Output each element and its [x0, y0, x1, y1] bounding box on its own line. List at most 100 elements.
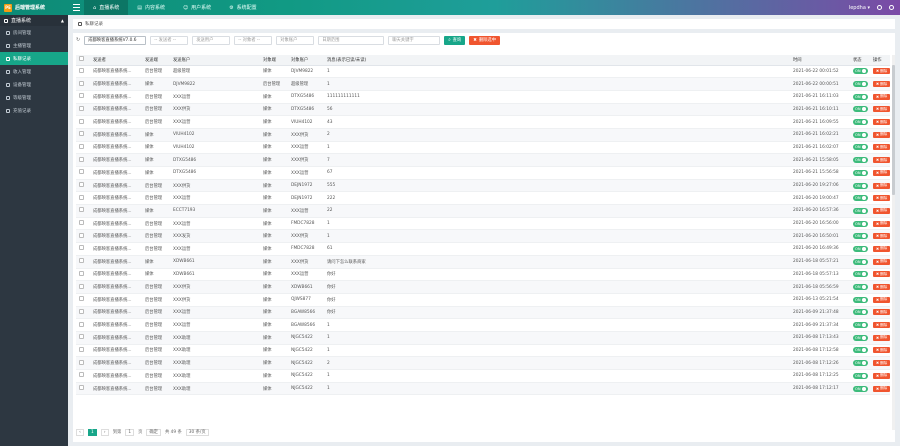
column-header-1[interactable]: 发送者 — [90, 55, 142, 66]
row-checkbox[interactable] — [79, 321, 84, 327]
delete-row-button[interactable]: ✖ 删除 — [873, 385, 890, 392]
table-row[interactable]: 成都映客直播系统... 媒体 DJVM9822 后台管理 超级管理 1 2021-06-22… — [76, 77, 890, 91]
user-menu[interactable]: lepdha ▾ — [849, 5, 870, 11]
table-row[interactable]: 成都映客直播系统... 后台管理 XXX运营 媒体 FMDC7828 1 2021-06-2… — [76, 217, 890, 231]
column-header-8[interactable] — [452, 55, 790, 66]
top-nav-item-2[interactable]: ☺ 用户系统 — [174, 0, 220, 15]
row-checkbox[interactable] — [79, 169, 84, 175]
table-scrollbar[interactable] — [892, 55, 895, 430]
prev-page-button[interactable]: ‹ — [76, 428, 84, 436]
column-header-0[interactable] — [76, 55, 90, 66]
table-row[interactable]: 成都映客直播系统... 后台管理 XXX运营 媒体 BGAW8566 1 2021-06-0… — [76, 318, 890, 332]
sidebar-item-2[interactable]: 私聊记录 — [0, 52, 68, 65]
delete-row-button[interactable]: ✖ 删除 — [873, 119, 890, 126]
date-range-input[interactable]: 日期范围 — [318, 35, 385, 45]
status-toggle[interactable]: ON — [853, 284, 868, 291]
row-checkbox[interactable] — [79, 346, 84, 352]
delete-row-button[interactable]: ✖ 删除 — [873, 195, 890, 202]
status-toggle[interactable]: ON — [853, 309, 868, 316]
delete-row-button[interactable]: ✖ 删除 — [873, 258, 890, 265]
row-checkbox[interactable] — [79, 80, 84, 86]
delete-row-button[interactable]: ✖ 删除 — [873, 144, 890, 151]
status-toggle[interactable]: ON — [853, 157, 868, 164]
column-header-5[interactable]: 对象端 — [260, 55, 288, 66]
sidebar-item-5[interactable]: 等级管理 — [0, 91, 68, 104]
scroll-thumb[interactable] — [892, 65, 895, 195]
table-row[interactable]: 成都映客直播系统... 后台管理 XXX供货 媒体 XDWB661 你好 2021-06-1… — [76, 280, 890, 294]
table-row[interactable]: 成都映客直播系统... 后台管理 XXX供货 媒体 DEJN1972 555 2021-06… — [76, 179, 890, 193]
column-header-3[interactable]: 发送账户 — [170, 55, 226, 66]
table-row[interactable]: 成都映客直播系统... 媒体 ECCT7193 媒体 XXX运营 22 2021-06-20… — [76, 204, 890, 218]
page-number-input[interactable]: 1 — [125, 428, 135, 436]
delete-row-button[interactable]: ✖ 删除 — [873, 220, 890, 227]
status-toggle[interactable]: ON — [853, 322, 868, 329]
top-nav-item-3[interactable]: ⚙ 系统配置 — [220, 0, 266, 15]
status-toggle[interactable]: ON — [853, 144, 868, 151]
delete-row-button[interactable]: ✖ 删除 — [873, 372, 890, 379]
column-header-4[interactable] — [226, 55, 260, 66]
table-row[interactable]: 成都映客直播系统... 后台管理 XXX供货 媒体 DTXG5486 56 2021-06-… — [76, 103, 890, 117]
table-row[interactable]: 成都映客直播系统... 媒体 XDWB661 媒体 XXX运营 你好 2021-06-18 … — [76, 268, 890, 282]
status-toggle[interactable]: ON — [853, 258, 868, 265]
row-checkbox[interactable] — [79, 118, 84, 124]
status-toggle[interactable]: ON — [853, 106, 868, 113]
table-row[interactable]: 成都映客直播系统... 后台管理 XXX运营 媒体 DTXG5486 1111111111… — [76, 90, 890, 104]
column-header-7[interactable]: 消息(表示已读/未读) — [324, 55, 452, 66]
status-toggle[interactable]: ON — [853, 68, 868, 75]
table-row[interactable]: 成都映客直播系统... 媒体 VIUH4102 媒体 XXX运营 1 2021-06-21 … — [76, 141, 890, 155]
delete-row-button[interactable]: ✖ 删除 — [873, 296, 890, 303]
sidebar-item-4[interactable]: 设备管理 — [0, 78, 68, 91]
table-row[interactable]: 成都映客直播系统... 后台管理 XXX助理 媒体 NJGC5422 1 2021-06-0… — [76, 344, 890, 358]
status-toggle[interactable]: ON — [853, 169, 868, 176]
confirm-button[interactable]: 确定 — [146, 428, 161, 436]
table-row[interactable]: 成都映客直播系统... 媒体 DTXG5486 媒体 XXX供货 7 2021-06-21 … — [76, 153, 890, 167]
row-checkbox[interactable] — [79, 156, 84, 162]
table-row[interactable]: 成都映客直播系统... 后台管理 XXX运营 媒体 DEJN1972 222 2021-06… — [76, 191, 890, 206]
delete-row-button[interactable]: ✖ 删除 — [873, 106, 890, 113]
table-row[interactable]: 成都映客直播系统... 媒体 VIUH4102 媒体 XXX供货 2 2021-06-21 … — [76, 128, 890, 142]
delete-row-button[interactable]: ✖ 删除 — [873, 182, 890, 189]
refresh-icon[interactable] — [877, 5, 882, 10]
search-button[interactable]: ⌕ 查询 — [444, 35, 466, 45]
status-toggle[interactable]: ON — [853, 245, 868, 252]
delete-row-button[interactable]: ✖ 删除 — [873, 322, 890, 329]
table-row[interactable]: 成都映客直播系统... 后台管理 XXX发货 媒体 XXX供货 1 2021-06-20 1… — [76, 229, 890, 244]
delete-row-button[interactable]: ✖ 删除 — [873, 233, 890, 240]
page-size-select[interactable]: 30 条/页 — [185, 428, 209, 436]
target-account-input[interactable]: 对象账户 — [276, 35, 315, 45]
delete-row-button[interactable]: ✖ 删除 — [873, 334, 890, 341]
app-logo[interactable]: PE 后端管理系统 — [0, 0, 68, 15]
delete-row-button[interactable]: ✖ 删除 — [873, 68, 890, 75]
status-toggle[interactable]: ON — [853, 296, 868, 303]
delete-row-button[interactable]: ✖ 删除 — [873, 169, 890, 176]
keyword-input[interactable]: 聊天关键字 — [388, 35, 441, 45]
column-header-10[interactable]: 状态 — [850, 55, 870, 66]
status-toggle[interactable]: ON — [853, 131, 868, 138]
row-checkbox[interactable] — [79, 182, 84, 188]
menu-toggle-icon[interactable] — [73, 4, 80, 11]
delete-row-button[interactable]: ✖ 删除 — [873, 245, 890, 252]
row-checkbox[interactable] — [79, 194, 84, 200]
row-checkbox[interactable] — [79, 372, 84, 378]
status-toggle[interactable]: ON — [853, 220, 868, 227]
delete-row-button[interactable]: ✖ 删除 — [873, 131, 890, 138]
select-all-checkbox[interactable] — [79, 56, 84, 62]
row-checkbox[interactable] — [79, 385, 84, 391]
sender-select[interactable]: -- 发送者 -- — [150, 35, 189, 45]
table-row[interactable]: 成都映客直播系统... 后台管理 XXX助理 媒体 NJGC5422 1 2021-06-0… — [76, 331, 890, 345]
sidebar-item-1[interactable]: 主播管理 — [0, 39, 68, 52]
delete-selected-button[interactable]: ✖ 删除选中 — [469, 35, 500, 45]
sidebar-item-0[interactable]: 房间管理 — [0, 26, 68, 39]
row-checkbox[interactable] — [79, 283, 84, 289]
delete-row-button[interactable]: ✖ 删除 — [873, 309, 890, 316]
row-checkbox[interactable] — [79, 131, 84, 137]
sidebar-item-6[interactable]: 充值记录 — [0, 104, 68, 117]
column-header-2[interactable]: 发送端 — [142, 55, 170, 66]
row-checkbox[interactable] — [79, 93, 84, 99]
table-row[interactable]: 成都映客直播系统... 后台管理 XXX助理 媒体 NJGC5422 1 2021-06-0… — [76, 382, 890, 396]
delete-row-button[interactable]: ✖ 删除 — [873, 93, 890, 100]
delete-row-button[interactable]: ✖ 删除 — [873, 81, 890, 88]
row-checkbox[interactable] — [79, 245, 84, 251]
status-toggle[interactable]: ON — [853, 195, 868, 202]
table-row[interactable]: 成都映客直播系统... 后台管理 XXX运营 媒体 VIUH4102 43 2021-06-… — [76, 115, 890, 129]
